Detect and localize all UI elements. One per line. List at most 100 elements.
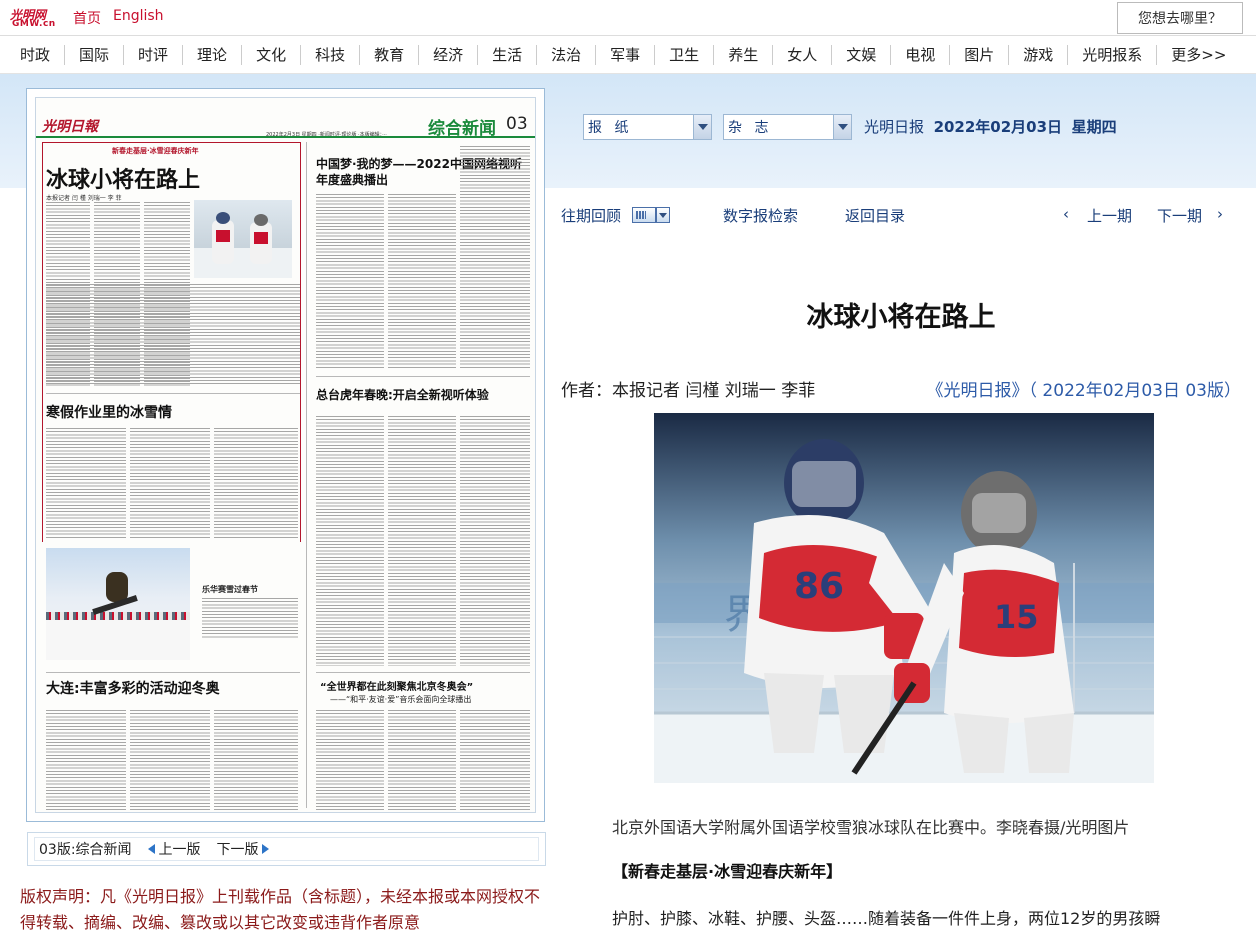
nav-item[interactable]: 养生: [714, 44, 774, 65]
nav-item[interactable]: 光明报系: [1068, 44, 1158, 65]
thumb-text-block: [388, 710, 456, 810]
newspaper-select-value: 报 纸: [588, 120, 633, 136]
nav-item[interactable]: 教育: [360, 44, 420, 65]
archive-search-link[interactable]: 数字报检索: [723, 205, 798, 226]
prev-page-link[interactable]: 上一版: [159, 839, 201, 859]
thumb-photo-snowboard[interactable]: [46, 548, 190, 660]
chevron-down-icon[interactable]: [693, 115, 711, 139]
prev-page-icon[interactable]: [147, 844, 155, 854]
article-meta: 作者：本报记者 闫槿 刘瑞一 李菲 《光明日报》（ 2022年02月03日 03…: [561, 376, 1241, 401]
thumb-text-block: [460, 146, 530, 370]
thumb-headline-5[interactable]: 大连:丰富多彩的活动迎冬奥: [46, 678, 220, 698]
home-link[interactable]: 首页: [73, 8, 101, 28]
nav-item[interactable]: 游戏: [1009, 44, 1069, 65]
thumb-subhead-6: ——“和平·友谊·爱”音乐会面向全球播出: [330, 695, 472, 704]
nav-item[interactable]: 女人: [773, 44, 833, 65]
thumb-text-block: [316, 194, 384, 370]
back-to-index-link[interactable]: 返回目录: [845, 205, 905, 226]
nav-item[interactable]: 文娱: [832, 44, 892, 65]
nav-item[interactable]: 法治: [537, 44, 597, 65]
article-source[interactable]: 《光明日报》（ 2022年02月03日 03版）: [927, 376, 1241, 401]
thumb-headline-6[interactable]: “全世界都在此刻聚焦北京冬奥会”: [320, 678, 473, 693]
chevron-right-icon[interactable]: ›: [1217, 205, 1223, 223]
thumb-text-block: [460, 416, 530, 666]
main-nav: 时政 国际 时评 理论 文化 科技 教育 经济 生活 法治 军事 卫生 养生 女人 文娱 电视 图片 游戏 光明报系…: [0, 36, 1256, 74]
article-section-tag: 【新春走基层·冰雪迎春庆新年】: [612, 862, 843, 881]
current-page-label: 03版:综合新闻: [39, 842, 132, 858]
article-author: 作者：本报记者 闫槿 刘瑞一 李菲: [561, 381, 816, 401]
nav-item[interactable]: 时评: [124, 44, 184, 65]
thumb-headline-main[interactable]: 冰球小将在路上: [46, 162, 200, 194]
hockey-photo-illustration: 界 86 15: [654, 413, 1154, 783]
magazine-select[interactable]: 杂 志: [723, 114, 852, 140]
thumb-frame-top: [42, 142, 300, 143]
prev-issue-link[interactable]: 上一期: [1087, 205, 1132, 226]
thumb-divider: [46, 393, 300, 394]
nav-item[interactable]: 理论: [183, 44, 243, 65]
thumb-text-block: [214, 710, 298, 810]
thumb-text-block: [214, 428, 298, 538]
photo-caption: 北京外国语大学附属外国语学校雪狼冰球队在比赛中。李晓春摄/光明图片: [612, 818, 1130, 837]
nav-item[interactable]: 科技: [301, 44, 361, 65]
nav-item[interactable]: 时政: [0, 44, 66, 65]
jersey-number-right: 15: [994, 598, 1039, 636]
nav-item[interactable]: 文化: [242, 44, 302, 65]
next-issue-link[interactable]: 下一期: [1157, 205, 1202, 226]
thumb-headline-4[interactable]: 总台虎年春晚:开启全新视听体验: [316, 386, 489, 403]
nav-item[interactable]: 图片: [950, 44, 1010, 65]
nav-item[interactable]: 生活: [478, 44, 538, 65]
chevron-down-icon[interactable]: [833, 115, 851, 139]
thumb-text-block: [46, 710, 126, 810]
page-navigation: 03版:综合新闻 上一版 下一版: [27, 832, 546, 866]
newspaper-select[interactable]: 报 纸: [583, 114, 712, 140]
thumb-text-block: [316, 710, 384, 810]
thumb-divider: [46, 672, 300, 673]
thumb-text-block: [316, 416, 384, 666]
jersey-number-left: 86: [794, 566, 844, 607]
edition-info: 光明日报 2022年02月03日 星期四: [864, 116, 1117, 137]
thumb-banner: 新春走基层·冰雪迎春庆新年: [112, 147, 199, 155]
page-thumbnail[interactable]: 光明日報 2022年2月3日 星期四 ·新闻时评·理论版 ·本版编辑：··· 综…: [35, 97, 536, 813]
top-bar: 光明网 GMW.cn 首页 English 您想去哪里？: [0, 0, 1256, 36]
thumb-text-block: [202, 598, 298, 638]
edition-weekday: 星期四: [1071, 118, 1117, 136]
english-link[interactable]: English: [113, 8, 164, 24]
thumb-photo-hockey[interactable]: [194, 200, 292, 278]
paper-name: 光明日报: [864, 118, 925, 136]
next-page-link[interactable]: 下一版: [217, 839, 259, 859]
thumb-text-block: [130, 710, 210, 810]
magazine-select-value: 杂 志: [728, 120, 773, 136]
copyright-notice: 版权声明：凡《光明日报》上刊载作品（含标题），未经本报或本网授权不得转载、摘编、…: [20, 887, 541, 932]
edition-date: 2022年02月03日: [933, 118, 1063, 136]
thumb-divider: [316, 376, 530, 377]
thumb-byline-main: 本报记者 闫 槿 刘瑞一 李 菲: [46, 195, 122, 202]
nav-item[interactable]: 军事: [596, 44, 656, 65]
nav-item[interactable]: 卫生: [655, 44, 715, 65]
calendar-icon[interactable]: [632, 207, 656, 223]
next-page-icon[interactable]: [261, 844, 269, 854]
article-title: 冰球小将在路上: [806, 302, 996, 333]
history-link[interactable]: 往期回顾: [561, 205, 621, 226]
calendar-dropdown-icon[interactable]: [656, 207, 670, 223]
thumb-divider: [316, 672, 530, 673]
thumb-header-rule: [36, 136, 535, 138]
site-logo[interactable]: 光明网 GMW.cn: [10, 6, 64, 30]
thumb-page-number: 03: [506, 114, 528, 134]
thumb-column-rule: [306, 142, 307, 808]
nav-item[interactable]: 经济: [419, 44, 479, 65]
chevron-left-icon[interactable]: ‹: [1063, 205, 1069, 223]
thumb-text-block: [460, 710, 530, 810]
nav-item[interactable]: 更多>>: [1157, 45, 1240, 65]
thumb-text-block: [46, 284, 300, 386]
logo-sub: GMW.cn: [12, 19, 56, 29]
page-thumbnail-frame: 光明日報 2022年2月3日 星期四 ·新闻时评·理论版 ·本版编辑：··· 综…: [26, 88, 545, 822]
thumb-text-block: [388, 416, 456, 666]
thumb-headline-3[interactable]: 寒假作业里的冰雪情: [46, 402, 172, 422]
site-search-button[interactable]: 您想去哪里？: [1117, 2, 1243, 34]
thumb-paper-logo: 光明日報: [42, 119, 98, 135]
thumb-frame-right: [300, 142, 301, 542]
nav-item[interactable]: 国际: [65, 44, 125, 65]
thumb-text-block: [130, 428, 210, 538]
article-lead: 护肘、护膝、冰鞋、护腰、头盔……随着装备一件件上身，两位12岁的男孩瞬: [612, 909, 1161, 928]
nav-item[interactable]: 电视: [891, 44, 951, 65]
